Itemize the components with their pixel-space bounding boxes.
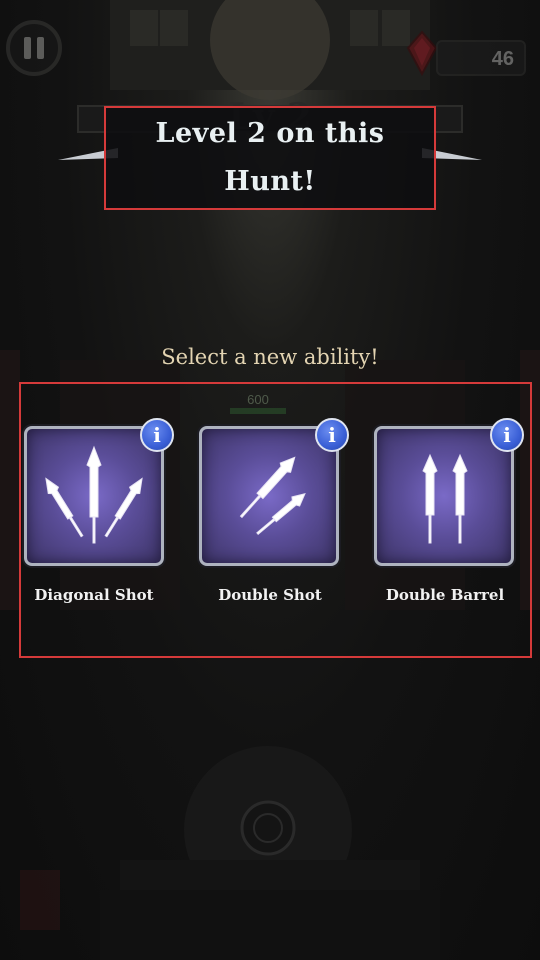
red-gem-icon [406, 30, 438, 76]
select-ability-prompt: Select a new ability! [161, 345, 379, 369]
bottom-scenery [20, 746, 440, 960]
ability-card-double-shot[interactable] [199, 426, 339, 566]
ability-label-double-shot: Double Shot [218, 586, 322, 604]
ability-label-diagonal-shot: Diagonal Shot [34, 586, 154, 604]
gem-counter: 46 [436, 40, 526, 76]
ability-card-double-barrel[interactable] [374, 426, 514, 566]
ability-label-double-barrel: Double Barrel [385, 586, 505, 604]
double-barrel-icon [422, 453, 468, 544]
pause-icon [24, 37, 31, 59]
ability-card-diagonal-shot[interactable] [24, 426, 164, 566]
level-up-title: Level 2 on this Hunt! [104, 106, 436, 210]
info-button-double-shot[interactable]: i [315, 418, 349, 452]
pause-button[interactable] [6, 20, 62, 76]
info-button-diagonal-shot[interactable]: i [140, 418, 174, 452]
diagonal-shot-icon [45, 445, 143, 544]
double-shot-icon [239, 456, 306, 536]
info-button-double-barrel[interactable]: i [490, 418, 524, 452]
